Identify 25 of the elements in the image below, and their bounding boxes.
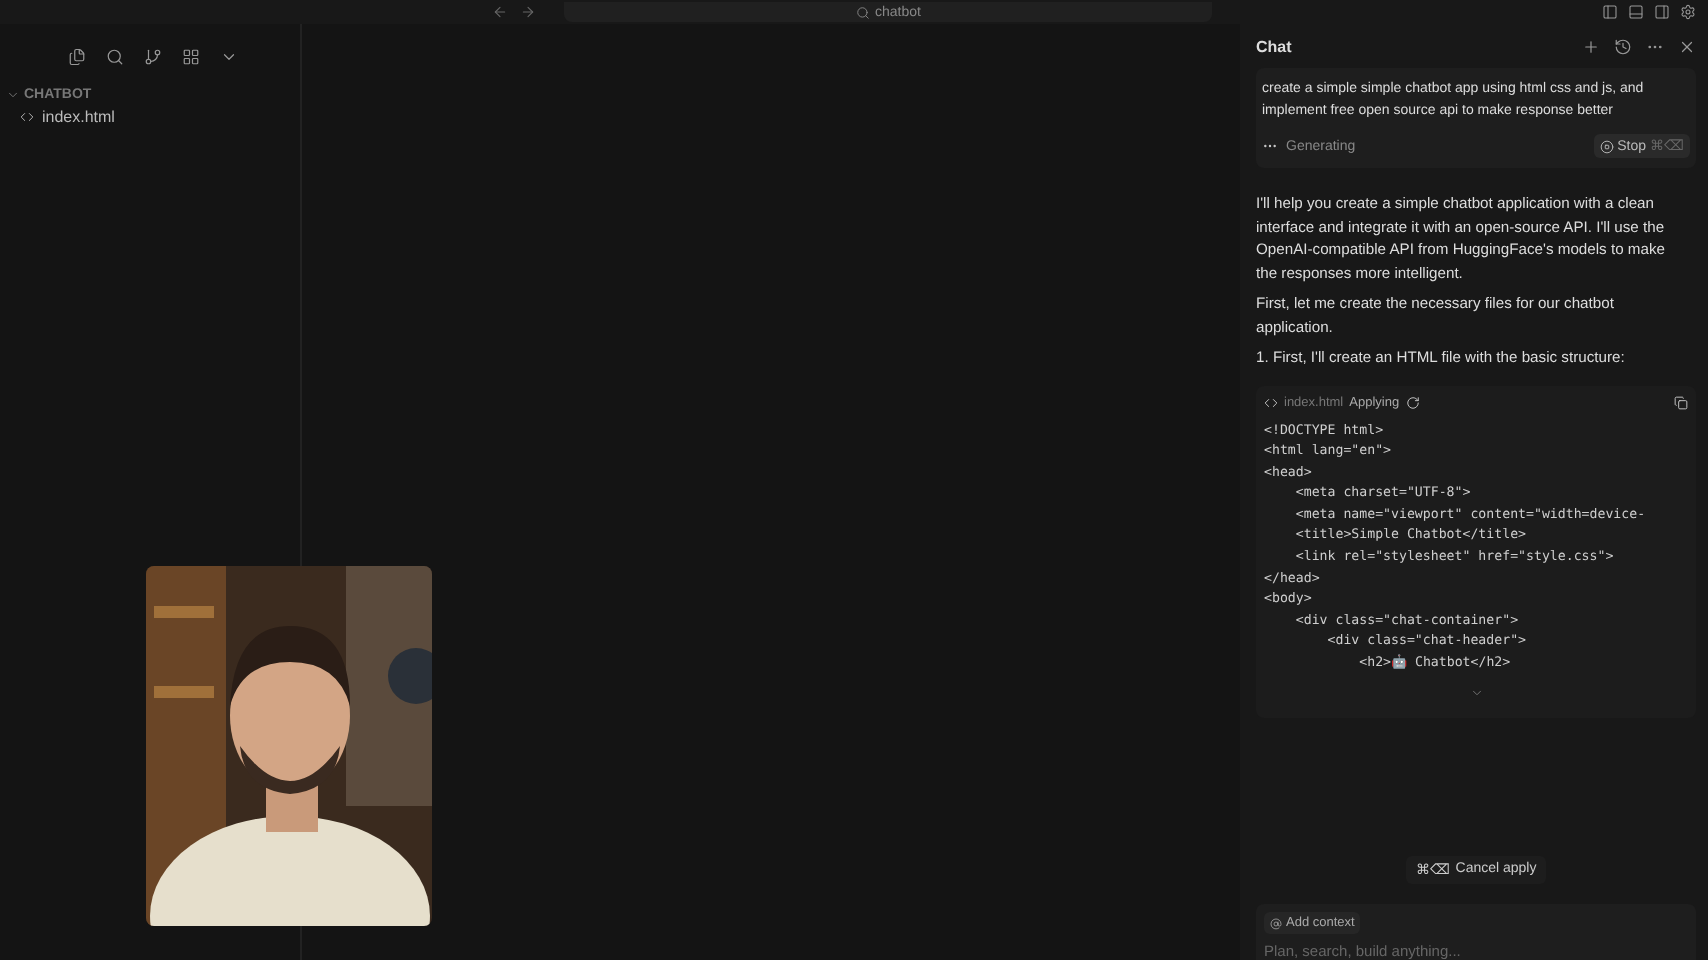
plus-icon[interactable]	[1582, 37, 1600, 55]
forward-icon[interactable]	[520, 4, 536, 20]
sidebar-toggle-icon[interactable]	[1602, 4, 1618, 20]
back-icon[interactable]	[492, 4, 508, 20]
file-name: index.html	[42, 108, 115, 126]
close-icon[interactable]	[1678, 37, 1696, 55]
branch-icon[interactable]	[144, 47, 162, 65]
code-icon	[1264, 396, 1278, 410]
search-icon[interactable]	[106, 47, 124, 65]
spinner-icon	[1405, 396, 1420, 410]
at-icon	[1270, 917, 1282, 929]
copy-icon[interactable]	[1674, 396, 1688, 410]
extensions-icon[interactable]	[182, 47, 200, 65]
chevron-icon	[6, 88, 20, 102]
chat-title: Chat	[1256, 37, 1292, 55]
chat-toggle-icon[interactable]	[1654, 4, 1670, 20]
code-icon	[20, 110, 34, 124]
files-icon[interactable]	[68, 47, 86, 65]
stop-icon	[1599, 139, 1614, 153]
search-icon	[855, 5, 870, 19]
settings-icon[interactable]	[1680, 4, 1696, 20]
history-icon[interactable]	[1614, 37, 1632, 55]
panel-toggle-icon[interactable]	[1628, 4, 1644, 20]
file-item[interactable]: index.html	[0, 102, 300, 126]
expand-icon[interactable]	[1469, 685, 1483, 700]
